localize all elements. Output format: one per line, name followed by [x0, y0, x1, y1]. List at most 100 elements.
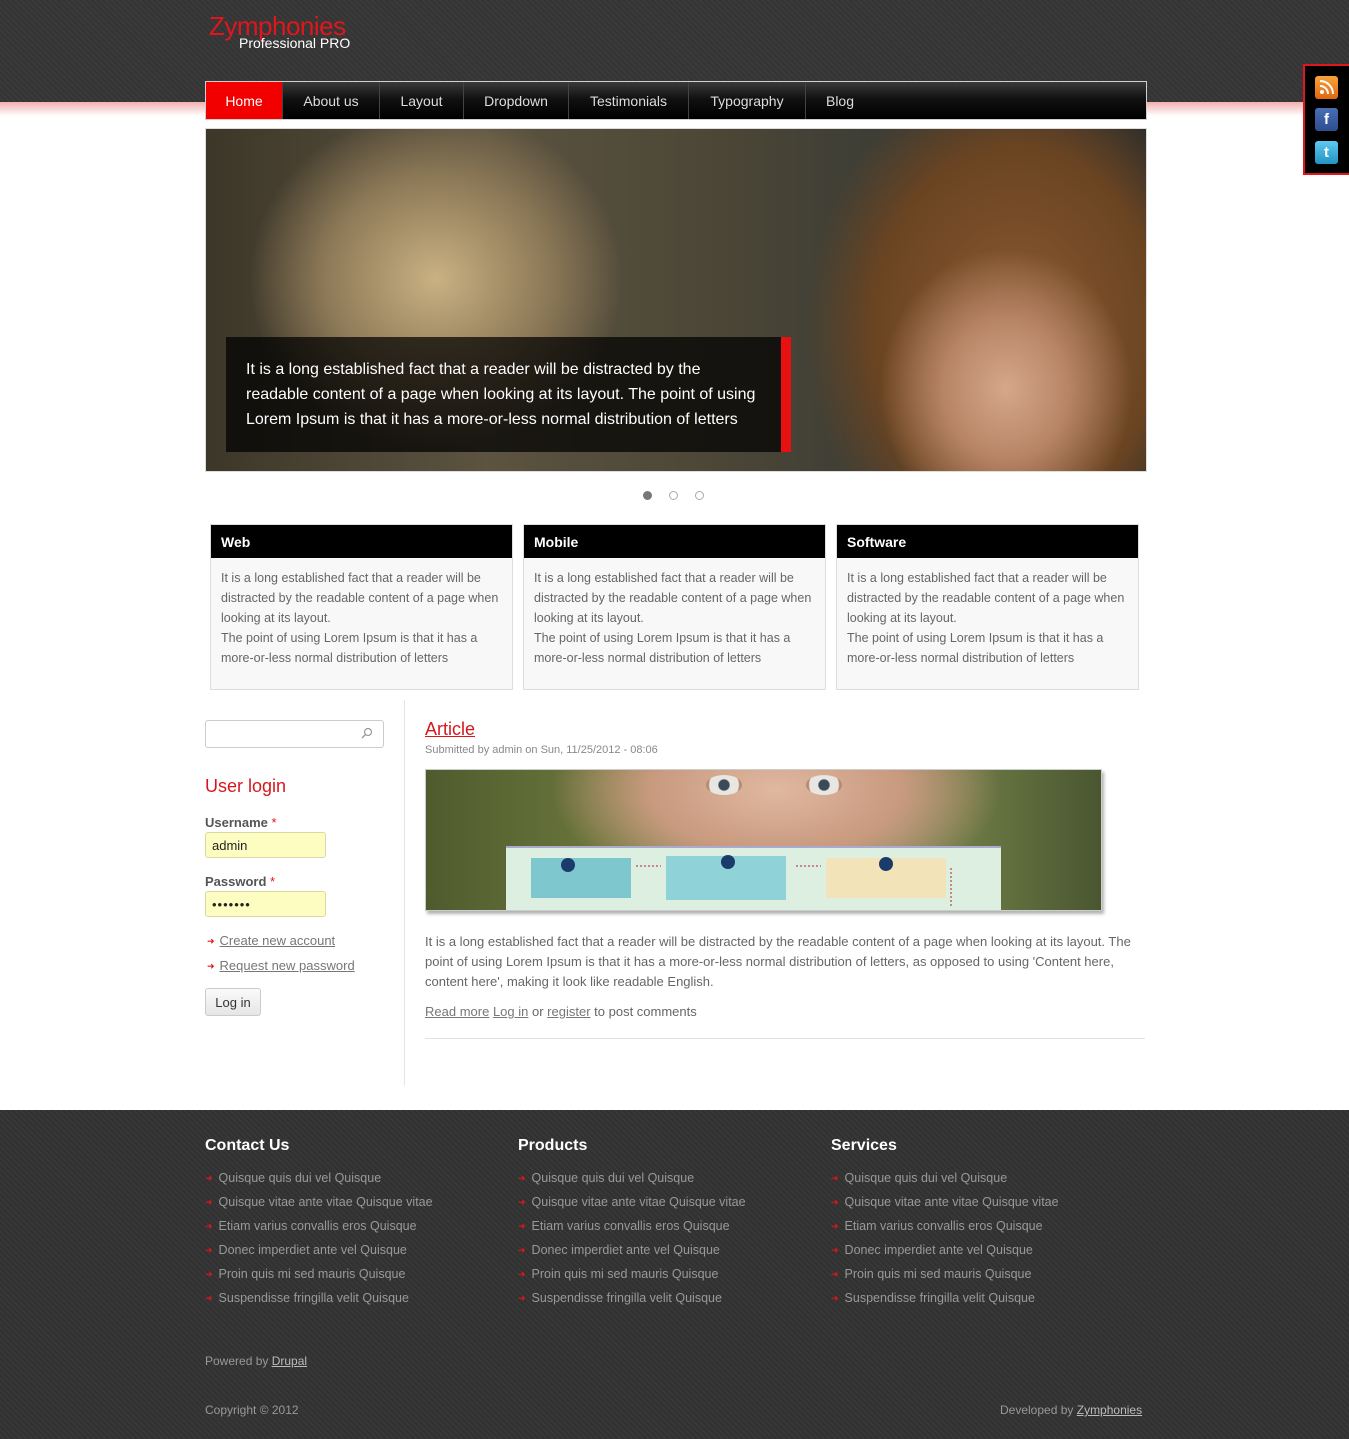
nav-home[interactable]: Home: [206, 82, 283, 119]
feature-mobile: Mobile It is a long established fact tha…: [523, 524, 826, 690]
map-illustration: [506, 846, 1001, 910]
footer-link[interactable]: ➜ Donec imperdiet ante vel Quisque: [205, 1241, 433, 1265]
footer-contact-us: Contact Us ➜ Quisque quis dui vel Quisque…: [205, 1137, 433, 1313]
nav-dropdown[interactable]: Dropdown: [464, 82, 569, 119]
post-comments-text: to post comments: [594, 1004, 697, 1019]
rss-icon[interactable]: [1315, 76, 1338, 99]
arrow-icon: ➜: [205, 1269, 213, 1279]
arrow-icon: ➜: [831, 1173, 839, 1183]
feature-title: Software: [837, 525, 1138, 558]
copyright: Copyright © 2012: [205, 1403, 299, 1417]
logo-tagline: Professional PRO: [239, 35, 351, 51]
zymphonies-link[interactable]: Zymphonies: [1077, 1403, 1142, 1417]
footer-column-title: Contact Us: [205, 1137, 290, 1154]
arrow-icon: ➜: [831, 1293, 839, 1303]
register-link[interactable]: register: [547, 1004, 590, 1019]
eye-right: [806, 775, 842, 795]
footer-link[interactable]: ➜ Donec imperdiet ante vel Quisque: [518, 1241, 746, 1265]
drupal-link[interactable]: Drupal: [272, 1354, 307, 1368]
footer-link[interactable]: ➜ Donec imperdiet ante vel Quisque: [831, 1241, 1059, 1265]
footer-link[interactable]: ➜ Suspendisse fringilla velit Quisque: [205, 1289, 433, 1313]
arrow-icon: ➜: [205, 1245, 213, 1255]
feature-text-2: The point of using Lorem Ipsum is that i…: [534, 631, 791, 665]
feature-text-2: The point of using Lorem Ipsum is that i…: [847, 631, 1104, 665]
arrow-icon: ➜: [207, 936, 215, 946]
arrow-icon: ➜: [205, 1293, 213, 1303]
footer-column-title: Services: [831, 1137, 897, 1154]
request-password-link[interactable]: ➜ Request new password: [207, 958, 355, 973]
arrow-icon: ➜: [205, 1221, 213, 1231]
nav-layout[interactable]: Layout: [380, 82, 464, 119]
slider-dot-3[interactable]: [695, 491, 704, 500]
footer-link[interactable]: ➜ Suspendisse fringilla velit Quisque: [831, 1289, 1059, 1313]
or-text: or: [531, 1004, 544, 1019]
footer-link[interactable]: ➜ Quisque quis dui vel Quisque: [518, 1169, 746, 1193]
footer-link[interactable]: ➜ Quisque quis dui vel Quisque: [831, 1169, 1059, 1193]
article-title[interactable]: Article: [425, 719, 475, 740]
slider-pager: [643, 491, 704, 500]
password-label: Password *: [205, 874, 276, 889]
site-logo[interactable]: Zymphonies Professional PRO: [209, 12, 350, 50]
nav-blog[interactable]: Blog: [806, 82, 874, 119]
social-bar: f t: [1303, 64, 1349, 175]
footer-link[interactable]: ➜ Proin quis mi sed mauris Quisque: [205, 1265, 433, 1289]
footer-link[interactable]: ➜ Quisque vitae ante vitae Quisque vitae: [205, 1193, 433, 1217]
feature-web: Web It is a long established fact that a…: [210, 524, 513, 690]
footer-link[interactable]: ➜ Suspendisse fringilla velit Quisque: [518, 1289, 746, 1313]
arrow-icon: ➜: [518, 1173, 526, 1183]
read-more-link[interactable]: Read more: [425, 1004, 489, 1019]
slider-dot-1[interactable]: [643, 491, 652, 500]
username-field[interactable]: admin: [205, 832, 326, 858]
arrow-icon: ➜: [205, 1173, 213, 1183]
arrow-icon: ➜: [205, 1197, 213, 1207]
footer-products: Products ➜ Quisque quis dui vel Quisque ➜…: [518, 1137, 746, 1313]
developed-by: Developed by Zymphonies: [1000, 1403, 1143, 1417]
feature-text-1: It is a long established fact that a rea…: [847, 571, 1125, 625]
powered-by: Powered by Drupal: [205, 1354, 308, 1368]
content-divider: [404, 700, 405, 1086]
feature-text-2: The point of using Lorem Ipsum is that i…: [221, 631, 478, 665]
footer-column-title: Products: [518, 1137, 588, 1154]
slider-dot-2[interactable]: [669, 491, 678, 500]
slide-caption: It is a long established fact that a rea…: [226, 337, 791, 452]
nav-testimonials[interactable]: Testimonials: [569, 82, 689, 119]
arrow-icon: ➜: [518, 1293, 526, 1303]
footer-link[interactable]: ➜ Etiam varius convallis eros Quisque: [205, 1217, 433, 1241]
footer-link[interactable]: ➜ Quisque vitae ante vitae Quisque vitae: [518, 1193, 746, 1217]
nav-typography[interactable]: Typography: [689, 82, 806, 119]
footer-link[interactable]: ➜ Etiam varius convallis eros Quisque: [831, 1217, 1059, 1241]
footer-link[interactable]: ➜ Proin quis mi sed mauris Quisque: [831, 1265, 1059, 1289]
feature-title: Mobile: [524, 525, 825, 558]
feature-title: Web: [211, 525, 512, 558]
footer-services: Services ➜ Quisque quis dui vel Quisque ➜…: [831, 1137, 1059, 1313]
login-button[interactable]: Log in: [205, 988, 261, 1016]
arrow-icon: ➜: [518, 1245, 526, 1255]
footer-link[interactable]: ➜ Proin quis mi sed mauris Quisque: [518, 1265, 746, 1289]
footer-link[interactable]: ➜ Etiam varius convallis eros Quisque: [518, 1217, 746, 1241]
nav-about-us[interactable]: About us: [283, 82, 380, 119]
footer-link[interactable]: ➜ Quisque vitae ante vitae Quisque vitae: [831, 1193, 1059, 1217]
arrow-icon: ➜: [831, 1197, 839, 1207]
article-image: [425, 769, 1102, 911]
article-meta: Submitted by admin on Sun, 11/25/2012 - …: [425, 744, 658, 756]
arrow-icon: ➜: [518, 1221, 526, 1231]
create-account-link[interactable]: ➜ Create new account: [207, 933, 335, 948]
feature-text: It is a long established fact that a rea…: [524, 558, 825, 668]
hero-slider: It is a long established fact that a rea…: [205, 128, 1147, 472]
arrow-icon: ➜: [831, 1269, 839, 1279]
user-login-title: User login: [205, 776, 287, 796]
password-field[interactable]: •••••••: [205, 891, 326, 917]
login-link[interactable]: Log in: [493, 1004, 528, 1019]
article-separator: [425, 1038, 1145, 1039]
article-links: Read more Log in or register to post com…: [425, 1004, 697, 1019]
search-input[interactable]: [205, 720, 384, 748]
search-icon[interactable]: [361, 727, 373, 739]
arrow-icon: ➜: [207, 961, 215, 971]
article-body: It is a long established fact that a rea…: [425, 934, 1131, 989]
footer-link[interactable]: ➜ Quisque quis dui vel Quisque: [205, 1169, 433, 1193]
eye-left: [706, 775, 742, 795]
arrow-icon: ➜: [518, 1269, 526, 1279]
main-nav: Home About us Layout Dropdown Testimonia…: [205, 81, 1147, 120]
facebook-icon[interactable]: f: [1315, 108, 1338, 131]
twitter-icon[interactable]: t: [1315, 141, 1338, 164]
